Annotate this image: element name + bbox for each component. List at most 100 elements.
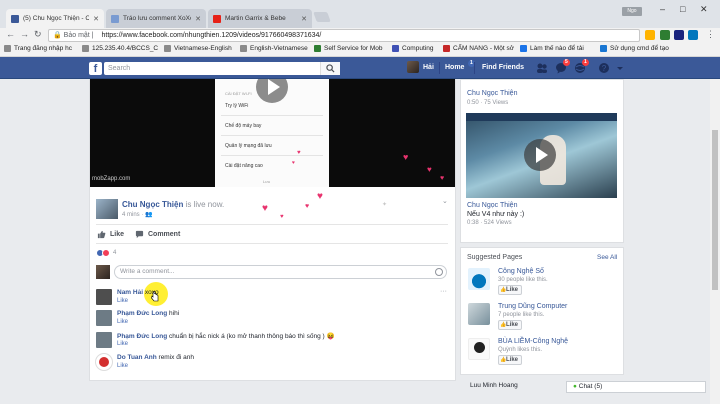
minimize-icon[interactable]: – [660, 4, 665, 14]
address-bar[interactable]: 🔒 Bảo mật | https://www.facebook.com/nhu… [48, 29, 640, 42]
more-options-icon[interactable]: ··· [440, 288, 447, 295]
url-text: https://www.facebook.com/nhungthien.1209… [101, 32, 322, 39]
youtube-favicon-icon [213, 14, 221, 23]
post-author[interactable]: Chu Ngọc Thiện is live now. [122, 200, 224, 209]
menu-dots-icon[interactable]: ⋮ [706, 29, 715, 40]
comment-button[interactable]: Comment [135, 230, 180, 239]
love-reaction-icon [102, 249, 110, 257]
bookmark-item[interactable]: 125.235.40.4/BCCS_C [82, 45, 158, 52]
bookmark-item[interactable]: Computing [392, 45, 433, 52]
emoji-icon[interactable] [435, 268, 443, 276]
chat-contact[interactable]: Luu Minh Hoang [464, 381, 564, 393]
notifications-badge: 1 [582, 59, 589, 66]
forward-arrow-icon[interactable]: → [20, 29, 29, 39]
star-bookmark-icon[interactable] [645, 30, 655, 40]
bookmark-item[interactable]: CẨM NANG - Một sở [443, 45, 514, 52]
comment-like-link[interactable]: Like [117, 319, 128, 325]
page-icon [443, 45, 450, 52]
extension-icon[interactable] [688, 30, 698, 40]
browser-tab-facebook[interactable]: (5) Chu Ngọc Thiện - Ch ✕ [6, 9, 104, 28]
page-avatar[interactable] [468, 268, 490, 290]
page-avatar[interactable] [468, 338, 490, 360]
related-video-meta: 0:50 · 75 Views [467, 100, 509, 106]
suggested-pages-heading: Suggested Pages [467, 254, 523, 261]
reaction-summary[interactable]: 4 [96, 249, 116, 257]
google-icon [520, 45, 527, 52]
page-icon [314, 45, 321, 52]
thumbs-up-icon [97, 230, 106, 239]
bookmark-item[interactable]: English-Vietnamese [240, 45, 308, 52]
browser-tab-youtube[interactable]: Martin Garrix & Bebe ✕ [208, 9, 312, 28]
related-video-meta: 0:38 · 524 Views [467, 220, 512, 226]
live-video-player[interactable]: CÀI ĐẶT WI-FI Try lý WiFi Chế độ máy bay… [90, 79, 455, 187]
search-button[interactable] [320, 62, 340, 75]
heart-icon: ♥ [427, 165, 432, 174]
like-button[interactable]: Like [97, 230, 124, 239]
avatar[interactable] [96, 310, 112, 326]
home-link[interactable]: Home [445, 61, 464, 75]
page-like-button[interactable]: Like [498, 285, 522, 295]
profile-link[interactable]: Hải [423, 61, 434, 75]
close-tab-icon[interactable]: ✕ [301, 15, 307, 23]
bookmark-item[interactable]: Self Service for Mob [314, 45, 383, 52]
search-input[interactable]: Search [104, 62, 340, 75]
heart-icon: ♥ [317, 191, 323, 202]
page-icon [240, 45, 247, 52]
browser-tab-xoxo[interactable]: Tráo lưu comment XoXo ✕ [106, 9, 206, 28]
divider [474, 62, 475, 74]
page-avatar[interactable] [468, 303, 490, 325]
find-friends-link[interactable]: Find Friends [482, 61, 524, 75]
post-timestamp[interactable]: 4 mins · 👥 [122, 211, 152, 218]
video-watermark: mobZapp.com [92, 176, 131, 182]
heart-icon: ♥ [403, 152, 409, 162]
comment-like-link[interactable]: Like [117, 298, 128, 304]
related-video-author[interactable]: Chu Ngọc Thiện [467, 90, 517, 97]
extension-icon[interactable] [660, 30, 670, 40]
back-arrow-icon[interactable]: ← [6, 29, 15, 39]
play-button-icon[interactable] [524, 139, 556, 171]
close-tab-icon[interactable]: ✕ [93, 15, 99, 23]
chevron-down-icon[interactable]: ⌄ [442, 197, 448, 205]
chevron-down-icon[interactable] [614, 62, 626, 74]
browser-tabstrip: (5) Chu Ngọc Thiện - Ch ✕ Tráo lưu comme… [0, 0, 720, 28]
heart-icon: ♥ [280, 214, 284, 220]
page-like-button[interactable]: Like [498, 320, 522, 330]
tab-title: Tráo lưu comment XoXo [123, 15, 192, 22]
related-video-thumbnail[interactable] [466, 113, 617, 198]
maximize-icon[interactable]: □ [680, 4, 685, 14]
comment-like-link[interactable]: Like [117, 341, 128, 347]
extension-icon[interactable] [674, 30, 684, 40]
search-icon [326, 64, 335, 73]
bookmark-item[interactable]: Làm thế nào để tải [520, 45, 584, 52]
bookmark-item[interactable]: Vietnamese-English [164, 45, 232, 52]
close-window-icon[interactable]: ✕ [700, 4, 708, 15]
profile-badge[interactable]: Ngo [622, 7, 642, 16]
close-tab-icon[interactable]: ✕ [195, 15, 201, 23]
avatar[interactable] [407, 61, 419, 73]
help-icon[interactable]: ? [598, 62, 610, 74]
heart-icon: ♥ [262, 203, 268, 214]
reload-icon[interactable]: ↻ [34, 29, 42, 40]
chat-tab-button[interactable]: ● Chat (5) [566, 381, 706, 393]
avatar[interactable] [96, 289, 112, 305]
bookmark-item[interactable]: Trang đăng nhập hc [4, 45, 72, 52]
related-video-title[interactable]: Nếu V4 như này :) [467, 211, 524, 218]
comment-like-link[interactable]: Like [117, 363, 128, 369]
tab-title: Martin Garrix & Bebe [225, 15, 286, 22]
facebook-logo-icon[interactable]: f [89, 62, 102, 75]
bookmark-item[interactable]: Sử dụng cmd để tạo [600, 45, 669, 52]
separator: | [91, 32, 94, 39]
security-label: Bảo mật [63, 32, 90, 39]
friend-requests-icon[interactable] [536, 62, 548, 74]
comment-input[interactable]: Write a comment... [114, 265, 447, 279]
page-icon [4, 45, 11, 52]
new-tab-button[interactable] [313, 12, 331, 22]
avatar[interactable] [96, 332, 112, 348]
scrollbar-thumb[interactable] [712, 130, 718, 290]
chat-bar: Luu Minh Hoang ● Chat (5) [460, 380, 710, 404]
related-video-author[interactable]: Chu Ngọc Thiện [467, 202, 517, 209]
page-like-button[interactable]: Like [498, 355, 522, 365]
see-all-link[interactable]: See All [597, 254, 617, 261]
avatar[interactable] [96, 354, 112, 370]
author-avatar[interactable] [96, 199, 118, 219]
